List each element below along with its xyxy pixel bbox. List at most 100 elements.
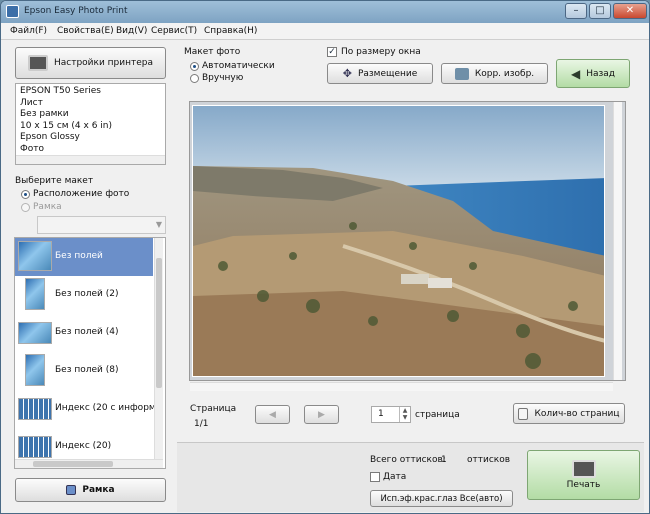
layout-radio-photo[interactable] (21, 190, 30, 199)
total-prints-label: Всего оттисков: (370, 455, 446, 465)
menu-view[interactable]: Вид(V) (116, 26, 147, 36)
chevron-down-icon: ▼ (155, 220, 162, 229)
close-button[interactable]: ✕ (613, 3, 647, 19)
back-label: Назад (586, 68, 616, 79)
thumbnail-image (18, 436, 52, 458)
printer-icon (27, 55, 48, 71)
menu-service[interactable]: Сервис(T) (151, 26, 197, 36)
printer-model: EPSON T50 Series (20, 86, 101, 96)
thumbnail-image (25, 278, 45, 310)
placement-button[interactable]: ✥ Размещение (327, 63, 433, 84)
thumbnail-hscrollbar[interactable] (15, 459, 163, 468)
page-number-value: 1 (378, 409, 384, 419)
frame-icon (66, 485, 77, 495)
paper-size: 10 x 15 см (4 x 6 in) (20, 120, 112, 131)
frame-button-label: Рамка (82, 485, 115, 495)
app-icon (6, 5, 19, 18)
photo-layout-auto-label: Автоматически (202, 61, 275, 71)
thumbnail-vscrollbar[interactable] (154, 238, 163, 459)
image-adjust-icon (454, 67, 469, 80)
red-eye-button[interactable]: Исп.эф.крас.глаз Все(авто) (370, 490, 513, 507)
prev-page-button[interactable]: ◀ (255, 405, 290, 424)
printer-settings-button[interactable]: Настройки принтера (15, 47, 166, 79)
thumbnail-image (18, 322, 52, 344)
date-checkbox[interactable] (370, 472, 380, 482)
photo-layout-radio-auto[interactable] (190, 62, 199, 71)
layout-item-borderless-4[interactable]: Без полей (4) (15, 314, 153, 352)
title-bar: Epson Easy Photo Print – □ ✕ (1, 1, 649, 23)
thumbnail-image (25, 354, 45, 386)
placement-label: Размещение (357, 68, 418, 79)
border-mode: Без рамки (20, 109, 69, 119)
layout-item-label: Без полей (4) (55, 327, 119, 337)
move-icon: ✥ (342, 67, 352, 80)
page-count-label: Колич-во страниц (534, 408, 620, 419)
preview-hscrollbar[interactable] (190, 382, 613, 391)
page-label: Страница (190, 404, 237, 414)
menu-file[interactable]: Файл(F) (10, 26, 47, 36)
print-quality: Фото (20, 143, 45, 154)
total-prints-unit: оттисков (467, 455, 511, 465)
paper-type-sheet: Лист (20, 97, 43, 108)
menu-properties[interactable]: Свойства(E) (57, 26, 114, 36)
date-label: Дата (383, 472, 407, 482)
layout-item-borderless[interactable]: Без полей (15, 238, 153, 276)
layout-item-index-20[interactable]: Индекс (20) (15, 428, 153, 459)
scroll-thumb[interactable] (156, 258, 162, 388)
page-suffix: страница (415, 410, 460, 420)
photo-layout-heading: Макет фото (184, 47, 241, 57)
spinner-arrows-icon[interactable]: ▲ ▼ (399, 407, 410, 422)
layout-option-frame: Рамка (33, 202, 62, 212)
layout-item-borderless-8[interactable]: Без полей (8) (15, 352, 153, 390)
page-number-spinner[interactable]: 1 ▲ ▼ (371, 406, 411, 423)
frame-button[interactable]: Рамка (15, 478, 166, 502)
photo-layout-radio-manual[interactable] (190, 74, 199, 83)
triangle-right-icon: ▶ (318, 409, 325, 420)
landscape-photo (193, 106, 604, 376)
total-prints-count: 1 (441, 455, 447, 465)
maximize-button[interactable]: □ (589, 3, 611, 19)
minimize-button[interactable]: – (565, 3, 587, 19)
image-correction-button[interactable]: Корр. изобр. (441, 63, 548, 84)
layout-item-label: Индекс (20 с информа (55, 403, 154, 413)
arrow-left-icon: ◀ (570, 66, 581, 81)
print-button[interactable]: Печать (527, 450, 640, 500)
printer-settings-label: Настройки принтера (53, 58, 154, 68)
layout-item-label: Индекс (20) (55, 441, 112, 451)
printer-icon (571, 460, 596, 478)
print-label: Печать (566, 480, 601, 490)
menu-bar: Файл(F) Свойства(E) Вид(V) Сервис(T) Спр… (1, 23, 649, 40)
thumbnail-scroll-area: Без полей Без полей (2) Без полей (4) Бе… (15, 238, 154, 459)
layout-item-index-20-info[interactable]: Индекс (20 с информа (15, 390, 154, 428)
printer-info-scrollbar[interactable] (16, 155, 165, 164)
next-page-button[interactable]: ▶ (304, 405, 339, 424)
app-window: Epson Easy Photo Print – □ ✕ Файл(F) Сво… (0, 0, 650, 514)
scroll-thumb[interactable] (33, 461, 113, 467)
printer-info-box: EPSON T50 Series Лист Без рамки 10 x 15 … (15, 83, 166, 165)
preview-vscrollbar[interactable] (613, 102, 622, 380)
fit-window-label: По размеру окна (341, 47, 421, 57)
photo-layout-manual-label: Вручную (202, 73, 244, 83)
back-button[interactable]: ◀ Назад (556, 59, 630, 88)
thumbnail-image (18, 241, 52, 271)
triangle-left-icon: ◀ (269, 409, 276, 420)
image-correction-label: Корр. изобр. (474, 68, 535, 79)
page-count-button[interactable]: Колич-во страниц (513, 403, 625, 424)
layout-item-borderless-2[interactable]: Без полей (2) (15, 276, 153, 314)
paper-media: Epson Glossy (20, 132, 80, 142)
menu-help[interactable]: Справка(H) (204, 26, 257, 36)
layout-option-photo: Расположение фото (33, 189, 130, 199)
layout-radio-frame[interactable] (21, 203, 30, 212)
frame-dropdown[interactable]: ▼ (37, 216, 166, 234)
window-title: Epson Easy Photo Print (24, 6, 128, 16)
layout-heading: Выберите макет (15, 176, 94, 186)
red-eye-label: Исп.эф.крас.глаз Все(авто) (380, 493, 503, 504)
layout-item-label: Без полей (2) (55, 289, 119, 299)
thumbnail-image (18, 398, 52, 420)
fit-window-checkbox[interactable]: ✓ (327, 47, 337, 57)
layout-item-label: Без полей (55, 251, 103, 261)
page-value: 1/1 (194, 419, 209, 429)
photo-preview[interactable] (192, 105, 605, 377)
layout-item-label: Без полей (8) (55, 365, 119, 375)
pages-icon (518, 407, 529, 420)
